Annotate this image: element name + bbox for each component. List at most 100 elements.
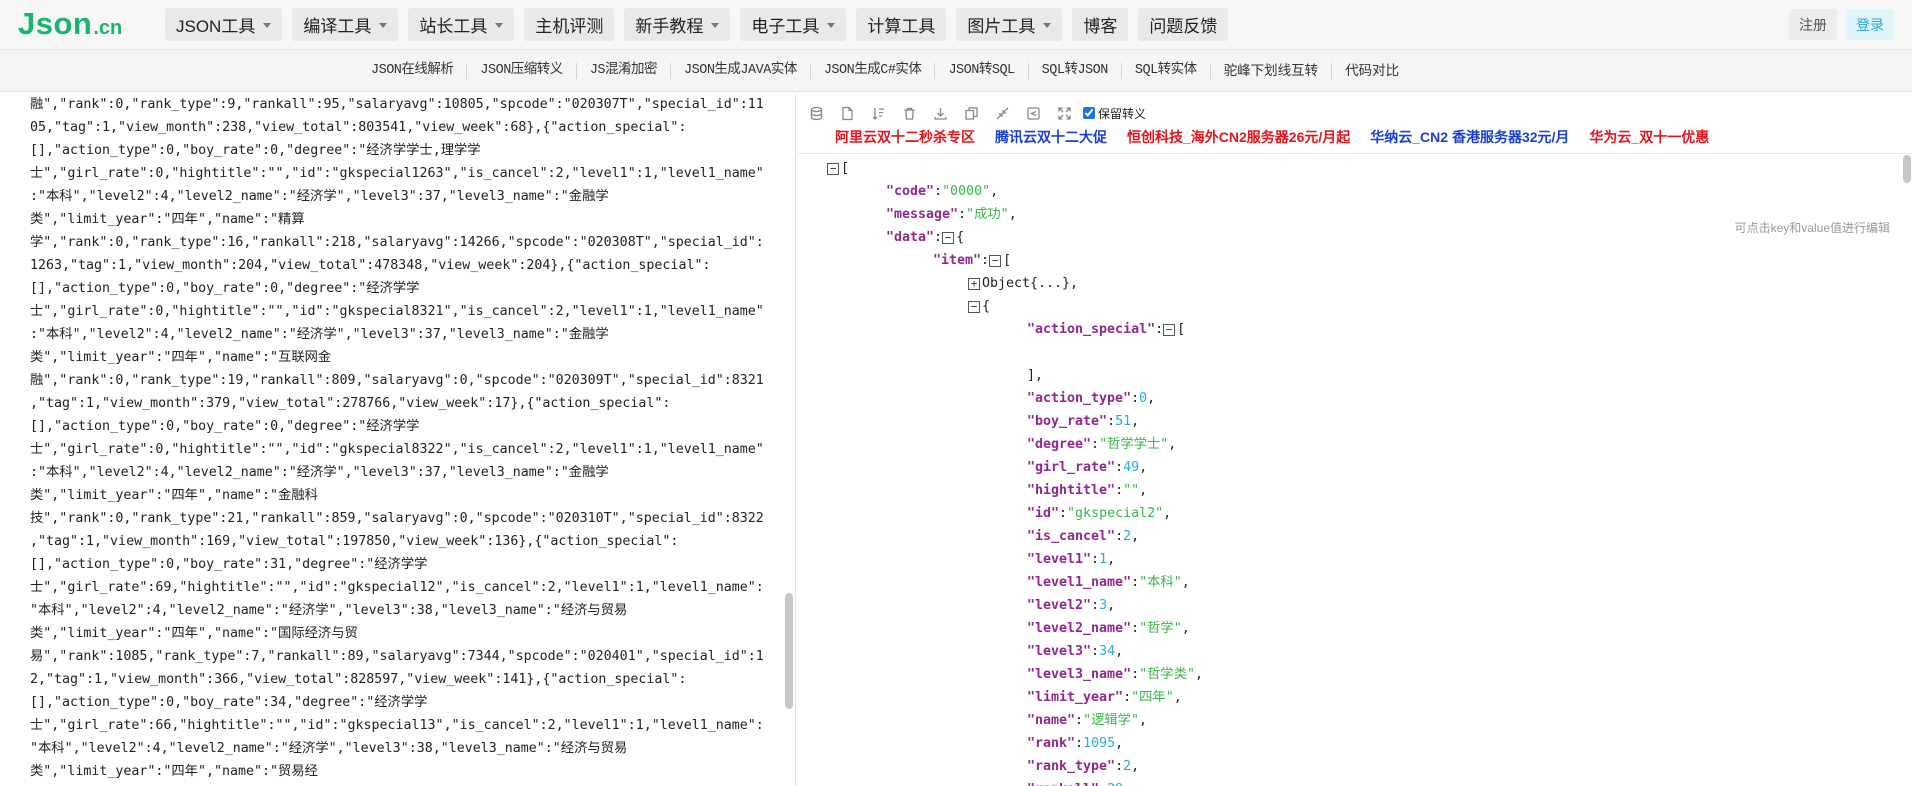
json-key[interactable]: "id" [1027,502,1059,525]
subnav-link[interactable]: JSON压缩转义 [467,63,577,79]
json-number-value[interactable]: 0 [1139,387,1147,410]
raw-line: "本科","level2":4,"level2_name":"经济学","lev… [30,741,628,756]
raw-json-text[interactable]: 融","rank":0,"rank_type":9,"rankall":95,"… [30,93,772,783]
nav-item[interactable]: 站长工具 [408,8,515,41]
json-key[interactable]: "hightitle" [1027,479,1115,502]
collapse-icon[interactable]: − [989,254,1002,267]
json-key[interactable]: "name" [1027,709,1075,732]
json-key[interactable]: "rank" [1027,732,1075,755]
trash-icon[interactable] [900,104,918,122]
right-scrollbar-thumb[interactable] [1903,155,1911,183]
json-key[interactable]: "code" [886,180,934,203]
ad-link[interactable]: 阿里云双十二秒杀专区 [835,127,975,147]
json-tree-row: "level1_name": "本科", [827,571,1203,594]
json-number-value[interactable]: 2 [1123,755,1131,778]
collapse-icon[interactable]: − [827,162,839,175]
json-key[interactable]: "item" [933,249,981,272]
site-logo[interactable]: Json .cn [18,6,122,44]
subnav-link[interactable]: SQL转实体 [1122,63,1211,79]
login-button[interactable]: 登录 [1846,9,1894,40]
json-number-value[interactable]: 1095 [1083,732,1115,755]
nav-item[interactable]: 计算工具 [856,8,947,41]
raw-json-editor[interactable]: 融","rank":0,"rank_type":9,"rankall":95,"… [0,93,796,786]
json-string-value[interactable]: "0000" [942,180,990,203]
fullscreen-icon[interactable] [1055,104,1073,122]
subnav-link[interactable]: 代码对比 [1332,63,1412,79]
compress-icon[interactable] [993,104,1011,122]
json-number-value[interactable]: 34 [1099,640,1115,663]
json-number-value[interactable]: 2 [1123,525,1131,548]
raw-line: [],"action_type":0,"boy_rate":31,"degree… [30,557,428,572]
nav-item[interactable]: JSON工具 [165,8,283,41]
nav-item[interactable]: 博客 [1072,8,1129,41]
json-key[interactable]: "level3" [1027,640,1091,663]
keep-escape-toggle[interactable]: 保留转义 [1083,105,1146,122]
json-collapsed-object[interactable]: Object{...}, [982,272,1078,295]
json-key[interactable]: "action_special" [1027,318,1155,341]
json-number-value[interactable]: 49 [1123,456,1139,479]
subnav-link[interactable]: JSON转SQL [935,63,1029,79]
subnav-link[interactable]: SQL转JSON [1029,63,1122,79]
ad-link[interactable]: 华纳云_CN2 香港服务器32元/月 [1370,127,1569,147]
sort-icon[interactable] [869,104,887,122]
ad-link[interactable]: 腾讯云双十二大促 [995,127,1107,147]
ad-link[interactable]: 华为云_双十一优惠 [1589,127,1709,147]
json-string-value[interactable]: "哲学" [1139,617,1182,640]
nav-item[interactable]: 图片工具 [956,8,1063,41]
nav-item[interactable]: 电子工具 [740,8,847,41]
share-icon[interactable] [1024,104,1042,122]
json-string-value[interactable]: "哲学学士" [1099,433,1168,456]
toolbar-divider [797,153,1912,154]
json-punctuation: , [1123,778,1131,786]
database-icon[interactable] [807,104,825,122]
json-key[interactable]: "rankall" [1027,778,1099,786]
json-string-value[interactable]: "成功" [966,203,1009,226]
nav-item[interactable]: 新手教程 [624,8,731,41]
collapse-icon[interactable]: − [1163,323,1176,336]
file-icon[interactable] [838,104,856,122]
collapse-icon[interactable]: − [968,300,980,313]
subnav-link[interactable]: JS混淆加密 [577,63,672,79]
nav-item[interactable]: 问题反馈 [1138,8,1229,41]
json-string-value[interactable]: "逻辑学" [1083,709,1139,732]
json-punctuation: , [1181,575,1190,590]
register-button[interactable]: 注册 [1789,9,1837,40]
json-key[interactable]: "level1_name" [1027,571,1131,594]
subnav-link[interactable]: JSON在线解析 [358,63,468,79]
json-string-value[interactable]: "本科" [1139,571,1182,594]
json-key[interactable]: "degree" [1027,433,1091,456]
json-string-value[interactable]: "四年" [1131,686,1174,709]
nav-item[interactable]: 主机评测 [524,8,615,41]
ad-link[interactable]: 恒创科技_海外CN2服务器26元/月起 [1127,127,1350,147]
json-key[interactable]: "rank_type" [1027,755,1115,778]
nav-item[interactable]: 编译工具 [292,8,399,41]
download-icon[interactable] [931,104,949,122]
json-string-value[interactable]: "" [1123,479,1139,502]
json-key[interactable]: "message" [886,203,958,226]
json-key[interactable]: "boy_rate" [1027,410,1107,433]
json-key[interactable]: "level2_name" [1027,617,1131,640]
json-number-value[interactable]: 3 [1099,594,1107,617]
left-scrollbar-thumb[interactable] [785,593,793,709]
subnav-link[interactable]: JSON生成C#实体 [811,63,936,79]
json-number-value[interactable]: 29 [1107,778,1123,786]
collapse-icon[interactable]: − [942,231,955,244]
json-key[interactable]: "is_cancel" [1027,525,1115,548]
json-string-value[interactable]: "gkspecial2" [1067,502,1163,525]
json-key[interactable]: "limit_year" [1027,686,1123,709]
json-number-value[interactable]: 1 [1099,548,1107,571]
json-number-value[interactable]: 51 [1115,410,1131,433]
json-key[interactable]: "level3_name" [1027,663,1131,686]
json-key[interactable]: "level1" [1027,548,1091,571]
expand-icon[interactable]: + [968,277,980,290]
subnav-link[interactable]: JSON生成JAVA实体 [671,63,811,79]
json-key[interactable]: "data" [886,226,934,249]
copy-icon[interactable] [962,104,980,122]
json-string-value[interactable]: "哲学类" [1139,663,1195,686]
json-key[interactable]: "action_type" [1027,387,1131,410]
keep-escape-checkbox[interactable] [1083,107,1095,119]
subnav-link[interactable]: 驼峰下划线互转 [1211,63,1333,79]
nav-item-label: 图片工具 [967,17,1036,36]
json-key[interactable]: "level2" [1027,594,1091,617]
json-key[interactable]: "girl_rate" [1027,456,1115,479]
